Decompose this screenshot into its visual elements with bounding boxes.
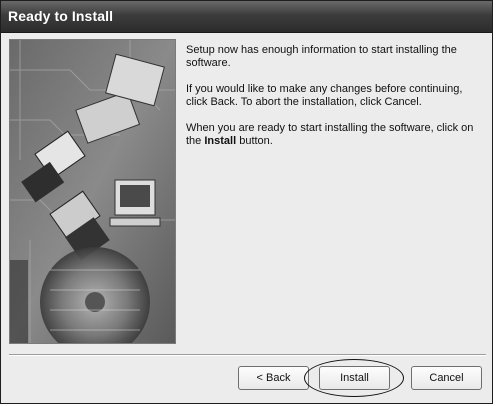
- cancel-button[interactable]: Cancel: [411, 366, 482, 390]
- install-button[interactable]: Install: [319, 366, 390, 390]
- installer-dialog: Ready to Install Setup now has enough in…: [0, 0, 493, 404]
- change-paragraph: If you would like to make any changes be…: [186, 83, 463, 108]
- info-paragraph: Setup now has enough information to star…: [186, 44, 457, 69]
- install-instructions: Setup now has enough information to star…: [186, 44, 486, 161]
- dialog-title: Ready to Install: [8, 8, 114, 24]
- separator-line: [9, 354, 486, 356]
- install-paragraph: When you are ready to start installing t…: [186, 122, 486, 148]
- title-bar[interactable]: Ready to Install: [1, 1, 492, 33]
- install-paragraph-suffix: button.: [236, 135, 273, 147]
- installer-artwork-image: [9, 39, 176, 344]
- back-button[interactable]: < Back: [238, 366, 309, 390]
- install-keyword: Install: [204, 135, 237, 147]
